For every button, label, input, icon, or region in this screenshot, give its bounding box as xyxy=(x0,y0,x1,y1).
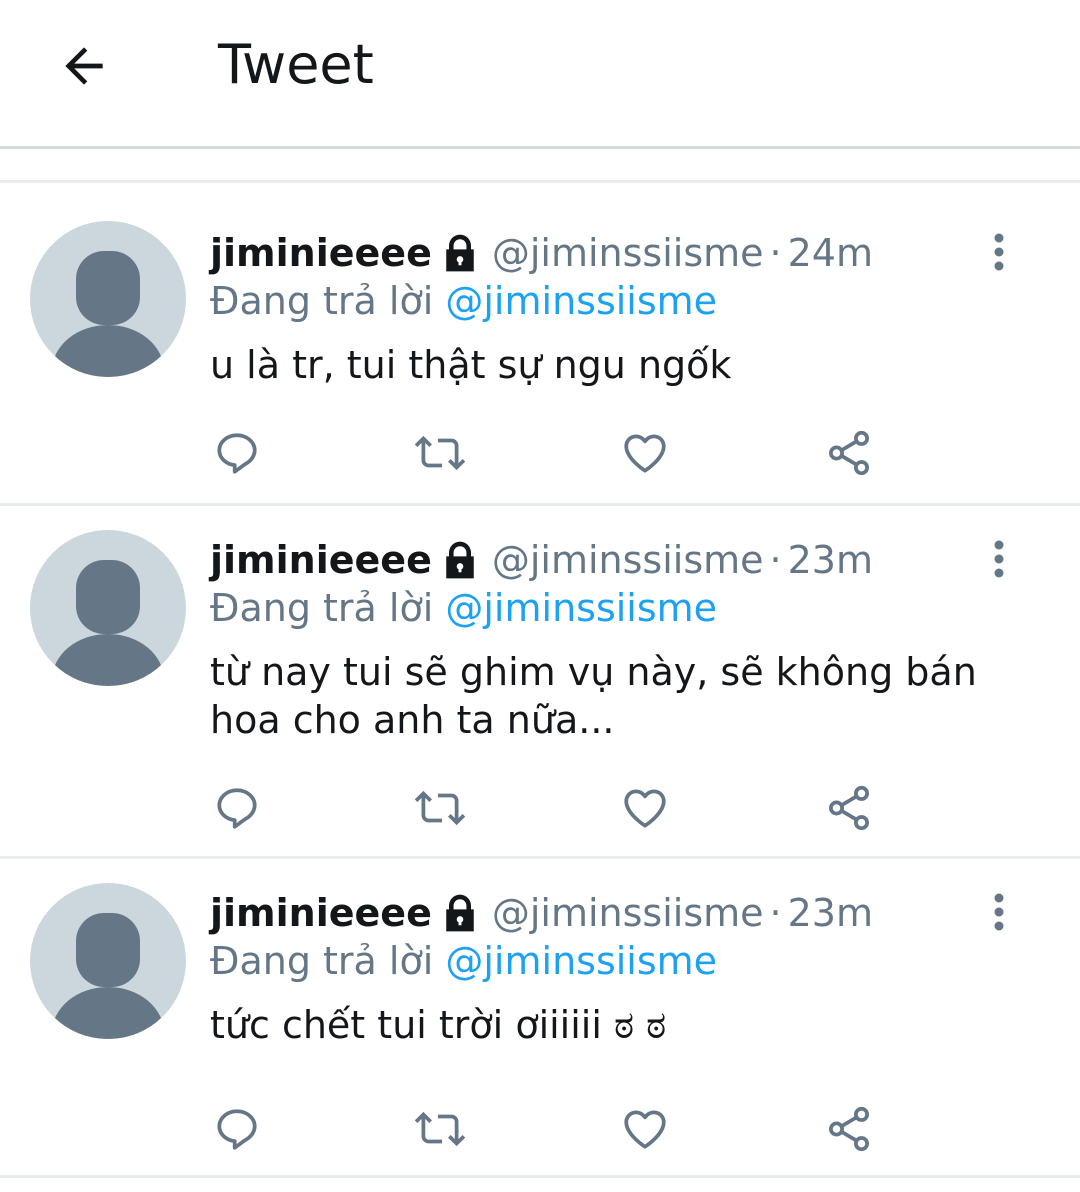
retweet-icon xyxy=(414,435,466,471)
retweet-icon xyxy=(414,1111,466,1147)
user-handle[interactable]: @jiminssiisme xyxy=(492,536,764,584)
retweet-button[interactable] xyxy=(413,783,467,833)
tweet-text: u là tr, tui thật sự ngu ngốk xyxy=(210,343,732,387)
separator: · xyxy=(769,891,782,935)
reply-handle-link[interactable]: @jiminssiisme xyxy=(445,279,717,323)
reply-handle-link[interactable]: @jiminssiisme xyxy=(445,939,717,983)
user-handle[interactable]: @jiminssiisme xyxy=(492,229,764,277)
lock-icon xyxy=(446,894,474,932)
display-name[interactable]: jiminieeee xyxy=(210,889,432,937)
reply-prefix: Đang trả lời xyxy=(210,279,434,323)
reply-context: Đang trả lời @jiminssiisme xyxy=(210,584,1020,632)
tweet-item[interactable]: jiminieeee @jiminssiisme · 23m Đang trả … xyxy=(0,859,1080,1178)
reply-icon xyxy=(217,1109,257,1150)
retweet-icon xyxy=(414,790,466,826)
avatar[interactable] xyxy=(30,883,186,1039)
tweet-text: từ nay tui sẽ ghim vụ này, sẽ không bán … xyxy=(210,650,977,742)
default-avatar-icon xyxy=(52,251,164,377)
like-button[interactable] xyxy=(618,428,672,478)
reply-handle-link[interactable]: @jiminssiisme xyxy=(445,586,717,630)
heart-icon xyxy=(624,1110,666,1149)
more-vertical-icon xyxy=(994,233,1004,271)
tweet-body: jiminieeee @jiminssiisme · 23m Đang trả … xyxy=(210,889,1020,1049)
share-icon xyxy=(828,785,870,831)
default-avatar-icon xyxy=(52,913,164,1039)
separator: · xyxy=(769,231,782,275)
page-title: Tweet xyxy=(218,33,374,96)
share-button[interactable] xyxy=(822,1104,876,1154)
retweet-button[interactable] xyxy=(413,1104,467,1154)
tweet-body: jiminieeee @jiminssiisme · 24m Đang trả … xyxy=(210,229,1020,389)
tweet-header: jiminieeee @jiminssiisme · 23m xyxy=(210,889,1020,937)
tweet-actions xyxy=(210,783,910,833)
lock-icon xyxy=(446,541,474,579)
tweet-body: jiminieeee @jiminssiisme · 23m Đang trả … xyxy=(210,536,1020,744)
more-options-button[interactable] xyxy=(984,887,1014,937)
tweet-header: jiminieeee @jiminssiisme · 24m xyxy=(210,229,1020,277)
tweet-header: jiminieeee @jiminssiisme · 23m xyxy=(210,536,1020,584)
heart-icon xyxy=(624,789,666,828)
like-button[interactable] xyxy=(618,783,672,833)
display-name[interactable]: jiminieeee xyxy=(210,229,432,277)
share-button[interactable] xyxy=(822,783,876,833)
retweet-button[interactable] xyxy=(413,428,467,478)
display-name[interactable]: jiminieeee xyxy=(210,536,432,584)
tweet-actions xyxy=(210,1104,910,1154)
reply-button[interactable] xyxy=(210,1104,264,1154)
tweet-actions xyxy=(210,428,910,478)
timestamp[interactable]: 24m xyxy=(788,229,873,277)
more-vertical-icon xyxy=(994,540,1004,578)
timestamp[interactable]: 23m xyxy=(788,889,873,937)
user-handle[interactable]: @jiminssiisme xyxy=(492,889,764,937)
avatar[interactable] xyxy=(30,221,186,377)
spacer xyxy=(0,149,1080,183)
like-button[interactable] xyxy=(618,1104,672,1154)
heart-icon xyxy=(624,434,666,473)
timestamp[interactable]: 23m xyxy=(788,536,873,584)
more-options-button[interactable] xyxy=(984,534,1014,584)
arrow-left-icon xyxy=(65,47,103,85)
default-avatar-icon xyxy=(52,560,164,686)
reply-button[interactable] xyxy=(210,428,264,478)
tweet-item[interactable]: jiminieeee @jiminssiisme · 23m Đang trả … xyxy=(0,506,1080,859)
share-button[interactable] xyxy=(822,428,876,478)
reply-context: Đang trả lời @jiminssiisme xyxy=(210,277,1020,325)
lock-icon xyxy=(446,234,474,272)
share-icon xyxy=(828,430,870,476)
reply-context: Đang trả lời @jiminssiisme xyxy=(210,937,1020,985)
more-vertical-icon xyxy=(994,893,1004,931)
reply-prefix: Đang trả lời xyxy=(210,586,434,630)
reply-icon xyxy=(217,788,257,829)
top-app-bar: Tweet xyxy=(0,0,1080,149)
tweet-text: tức chết tui trời ơiiiiii ಠ ಠ xyxy=(210,1003,667,1047)
reply-icon xyxy=(217,433,257,474)
reply-button[interactable] xyxy=(210,783,264,833)
share-icon xyxy=(828,1106,870,1152)
separator: · xyxy=(769,538,782,582)
back-button[interactable] xyxy=(44,26,124,106)
avatar[interactable] xyxy=(30,530,186,686)
tweet-item[interactable]: jiminieeee @jiminssiisme · 24m Đang trả … xyxy=(0,183,1080,506)
more-options-button[interactable] xyxy=(984,227,1014,277)
reply-prefix: Đang trả lời xyxy=(210,939,434,983)
